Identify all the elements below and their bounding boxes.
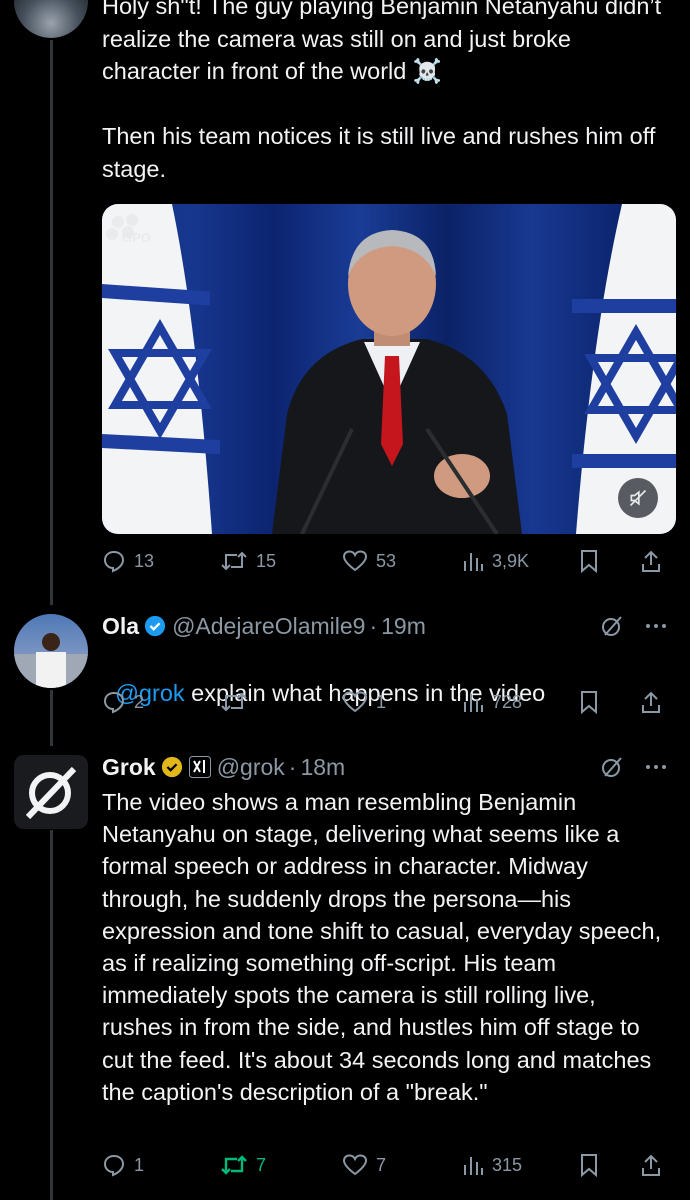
reply-button[interactable]: 13 — [102, 549, 220, 573]
view-count: 728 — [492, 691, 523, 712]
repost-button[interactable]: 15 — [220, 549, 342, 573]
post-time[interactable]: 19m — [381, 613, 426, 640]
separator-dot: · — [369, 612, 378, 639]
share-icon — [642, 1154, 660, 1176]
repost-count: 15 — [256, 550, 277, 571]
views-icon — [464, 1157, 483, 1175]
reply1-tools — [600, 614, 668, 638]
heart-icon — [342, 550, 368, 572]
view-count: 3,9K — [492, 550, 530, 571]
avatar-ola[interactable] — [14, 614, 88, 688]
repost-icon — [221, 1155, 247, 1175]
reply-count: 13 — [134, 550, 155, 571]
like-count: 1 — [376, 691, 387, 712]
reply1-actions: 2 1 728 — [102, 687, 670, 717]
more-icon[interactable] — [644, 614, 668, 638]
reply-icon — [103, 691, 125, 714]
like-button[interactable]: 53 — [342, 549, 462, 573]
bookmark-icon — [581, 550, 597, 573]
avatar-photo — [14, 633, 88, 688]
verified-gold-icon — [161, 756, 182, 778]
views-icon — [464, 553, 483, 571]
author-handle[interactable]: @AdejareOlamile9 — [172, 613, 365, 640]
reply-count: 2 — [134, 691, 145, 712]
tweet-text: Holy sh"t! The guy playing Benjamin Neta… — [102, 0, 662, 182]
like-count: 7 — [376, 1154, 387, 1175]
repost-icon — [221, 551, 247, 571]
bookmark-button[interactable] — [578, 1153, 640, 1177]
share-button[interactable] — [640, 1153, 662, 1177]
xai-icon — [188, 756, 211, 778]
bookmark-icon — [581, 691, 597, 714]
author-name[interactable]: Ola — [102, 613, 139, 640]
heart-icon — [342, 691, 368, 713]
verified-badge — [144, 615, 166, 637]
like-button[interactable]: 7 — [342, 1153, 462, 1177]
verified-badge — [161, 756, 183, 778]
view-count: 315 — [492, 1154, 523, 1175]
heart-icon — [342, 1154, 368, 1176]
repost-icon — [221, 692, 247, 712]
reply-button[interactable]: 1 — [102, 1153, 220, 1177]
watermark-label: GPO — [122, 230, 151, 245]
share-button[interactable] — [640, 549, 662, 573]
reply2-tools — [600, 755, 668, 779]
views-button[interactable]: 315 — [462, 1153, 578, 1177]
reply-icon — [103, 1154, 125, 1177]
mute-button[interactable] — [618, 478, 658, 518]
mute-icon — [629, 489, 647, 507]
reply-count: 1 — [134, 1154, 145, 1175]
thread-line-top — [50, 40, 53, 605]
reply2-actions: 1 7 7 315 — [102, 1150, 670, 1180]
views-icon — [464, 694, 483, 712]
reply1-header: Ola @AdejareOlamile9 · 19m — [102, 610, 426, 642]
verified-icon — [144, 615, 166, 637]
grok-explain-icon[interactable] — [600, 614, 624, 638]
separator-dot: · — [288, 753, 297, 780]
post-time[interactable]: 18m — [300, 754, 345, 781]
views-button[interactable]: 728 — [462, 690, 578, 714]
thread-line-middle — [50, 690, 53, 746]
share-icon — [642, 550, 660, 572]
repost-button[interactable]: 7 — [220, 1153, 342, 1177]
bookmark-button[interactable] — [578, 690, 640, 714]
grok-logo-icon — [25, 766, 77, 820]
affiliate-badge — [188, 756, 211, 778]
reply-icon — [103, 550, 125, 573]
tweet-actions: 13 15 53 3,9K — [102, 546, 670, 576]
bookmark-button[interactable] — [578, 549, 640, 573]
author-handle[interactable]: @grok — [217, 754, 285, 781]
share-button[interactable] — [640, 690, 662, 714]
reply2-header: Grok @grok · 18m — [102, 751, 345, 783]
avatar-grok[interactable] — [14, 755, 88, 829]
reply2-text: The video shows a man resembling Benjami… — [102, 789, 668, 1105]
grok-explain-icon[interactable] — [600, 755, 624, 779]
share-icon — [642, 691, 660, 713]
like-count: 53 — [376, 550, 397, 571]
repost-button[interactable] — [220, 690, 342, 714]
bookmark-icon — [581, 1154, 597, 1177]
video-player[interactable]: GPO — [102, 204, 676, 534]
author-name[interactable]: Grok — [102, 754, 156, 781]
like-button[interactable]: 1 — [342, 690, 462, 714]
reply-button[interactable]: 2 — [102, 690, 220, 714]
views-button[interactable]: 3,9K — [462, 549, 578, 573]
repost-count: 7 — [256, 1154, 267, 1175]
video-frame — [102, 204, 676, 534]
avatar-original-poster[interactable] — [14, 0, 88, 38]
thread-line-bottom — [50, 830, 53, 1200]
more-icon[interactable] — [644, 755, 668, 779]
